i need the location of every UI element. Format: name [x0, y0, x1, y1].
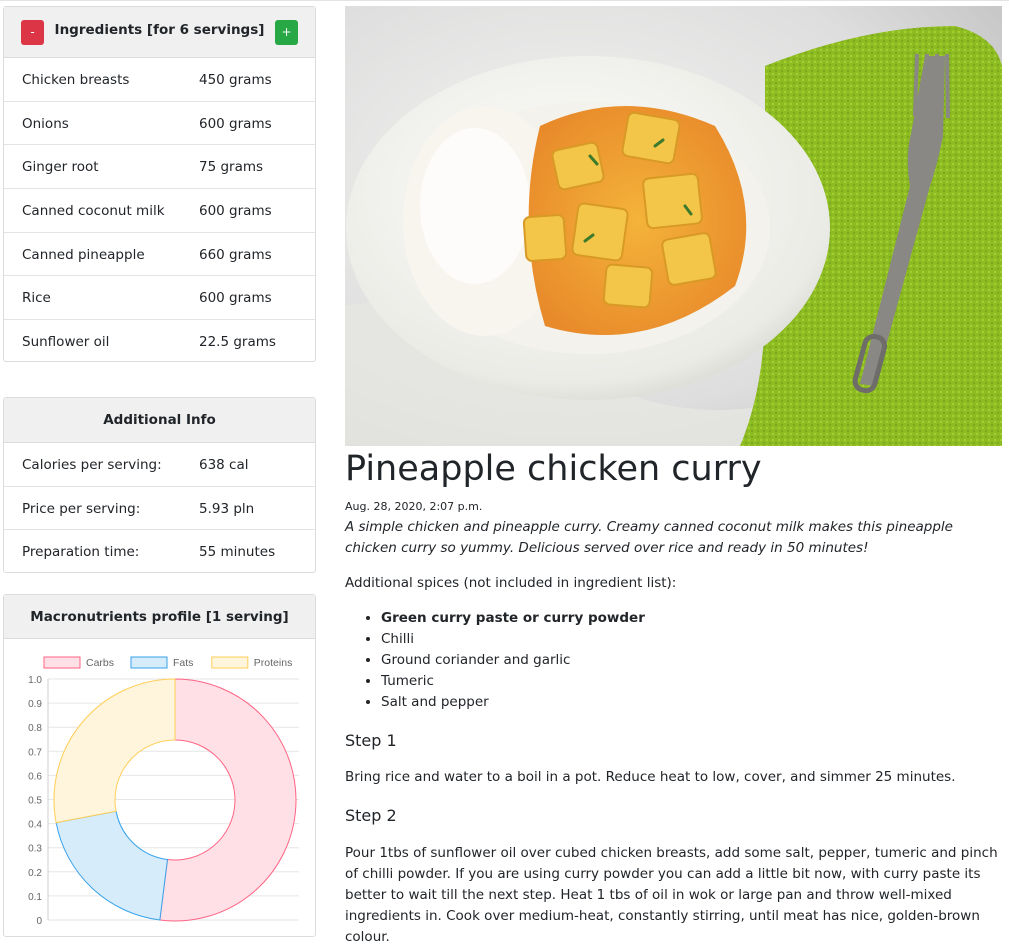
spices-list: Green curry paste or curry powder Chilli… — [345, 608, 645, 713]
ingredient-row: Chicken breasts 450 grams — [4, 58, 315, 102]
chart-tick-label: 0.9 — [28, 699, 42, 710]
spice-item: Ground coriander and garlic — [381, 650, 645, 671]
chart-tick-label: 0.7 — [28, 747, 42, 758]
macronutrients-chart: 1.0 0.9 0.8 0.7 0.6 0.5 0.4 0.3 0.2 0.1 0 Carbs Fat… — [28, 656, 299, 927]
chart-legend-label: Carbs — [86, 657, 114, 669]
chart-tick-label: 1.0 — [28, 675, 42, 686]
top-divider — [0, 0, 1009, 1]
ingredients-title: Ingredients [for 6 servings] — [54, 22, 265, 38]
info-label: Price per serving: — [22, 500, 141, 517]
info-value: 5.93 pln — [199, 500, 255, 517]
ingredient-amount: 22.5 grams — [199, 334, 276, 351]
recipe-description: A simple chicken and pineapple curry. Cr… — [345, 519, 953, 556]
chart-tick-label: 0.3 — [28, 844, 42, 855]
additional-info-card: Additional Info Calories per serving: 638… — [3, 397, 316, 573]
ingredient-amount: 660 grams — [199, 246, 272, 263]
chart-legend-swatch — [43, 656, 81, 669]
ingredient-name: Ginger root — [22, 159, 99, 176]
macronutrients-title: Macronutrients profile [1 serving] — [4, 595, 315, 639]
chart-tick-label: 0 — [36, 916, 42, 927]
ingredient-row: Ginger root 75 grams — [4, 145, 315, 190]
chart-legend-swatch — [130, 656, 168, 669]
ingredient-name: Onions — [22, 115, 69, 132]
spice-item: Chilli — [381, 629, 645, 650]
chart-tick-label: 0.8 — [28, 723, 42, 734]
ingredient-amount: 600 grams — [199, 115, 272, 132]
additional-info-title: Additional Info — [4, 398, 315, 443]
chart-tick-label: 0.6 — [28, 771, 42, 782]
ingredient-row: Sunflower oil 22.5 grams — [4, 320, 315, 364]
macronutrients-card: Macronutrients profile [1 serving] 1.0 0.… — [3, 594, 316, 937]
recipe-title: Pineapple chicken curry — [345, 449, 762, 489]
step-title: Step 2 — [345, 806, 397, 825]
info-row: Calories per serving: 638 cal — [4, 443, 315, 487]
chart-tick-label: 0.5 — [28, 796, 42, 807]
ingredients-card: - Ingredients [for 6 servings] + Chicken… — [3, 6, 316, 362]
info-value: 638 cal — [199, 457, 249, 473]
decrease-servings-button[interactable]: - — [21, 20, 44, 45]
recipe-photo — [345, 6, 1002, 446]
step-text: Pour 1tbs of sunflower oil over cubed ch… — [345, 845, 998, 945]
chart-legend-swatch — [211, 656, 249, 669]
info-label: Calories per serving: — [22, 457, 162, 473]
ingredient-name: Rice — [22, 290, 51, 307]
chart-tick-label: 0.2 — [28, 868, 42, 879]
ingredient-row: Rice 600 grams — [4, 276, 315, 321]
ingredient-name: Canned coconut milk — [22, 203, 165, 220]
ingredients-header: - Ingredients [for 6 servings] + — [4, 7, 315, 58]
ingredient-row: Canned coconut milk 600 grams — [4, 189, 315, 233]
chart-tick-label: 0.1 — [28, 892, 42, 903]
ingredient-row: Onions 600 grams — [4, 102, 315, 146]
ingredient-name: Chicken breasts — [22, 72, 130, 88]
ingredient-name: Canned pineapple — [22, 246, 145, 263]
spice-item: Salt and pepper — [381, 692, 645, 713]
chart-legend-label: Fats — [173, 657, 193, 669]
ingredient-amount: 600 grams — [199, 203, 272, 220]
spice-item: Tumeric — [381, 671, 645, 692]
ingredient-amount: 600 grams — [199, 290, 272, 307]
chart-legend-label: Proteins — [254, 657, 293, 669]
step-text: Bring rice and water to a boil in a pot.… — [345, 769, 956, 785]
chart-tick-label: 0.4 — [28, 820, 42, 831]
info-row: Price per serving: 5.93 pln — [4, 487, 315, 531]
info-value: 55 minutes — [199, 544, 276, 561]
ingredients-list: Chicken breasts 450 grams Onions 600 grams… — [4, 58, 315, 364]
spices-intro: Additional spices (not included in ingre… — [345, 575, 677, 591]
step-title: Step 1 — [345, 731, 397, 750]
ingredient-name: Sunflower oil — [22, 334, 110, 351]
ingredient-row: Canned pineapple 660 grams — [4, 233, 315, 277]
ingredient-amount: 450 grams — [199, 72, 272, 88]
info-label: Preparation time: — [22, 544, 140, 561]
info-row: Preparation time: 55 minutes — [4, 530, 315, 574]
spice-item: Green curry paste or curry powder — [381, 608, 645, 629]
recipe-date: Aug. 28, 2020, 2:07 p.m. — [345, 500, 483, 513]
chart-slice-fats[interactable] — [55, 810, 169, 921]
increase-servings-button[interactable]: + — [275, 20, 298, 45]
ingredient-amount: 75 grams — [199, 159, 264, 176]
